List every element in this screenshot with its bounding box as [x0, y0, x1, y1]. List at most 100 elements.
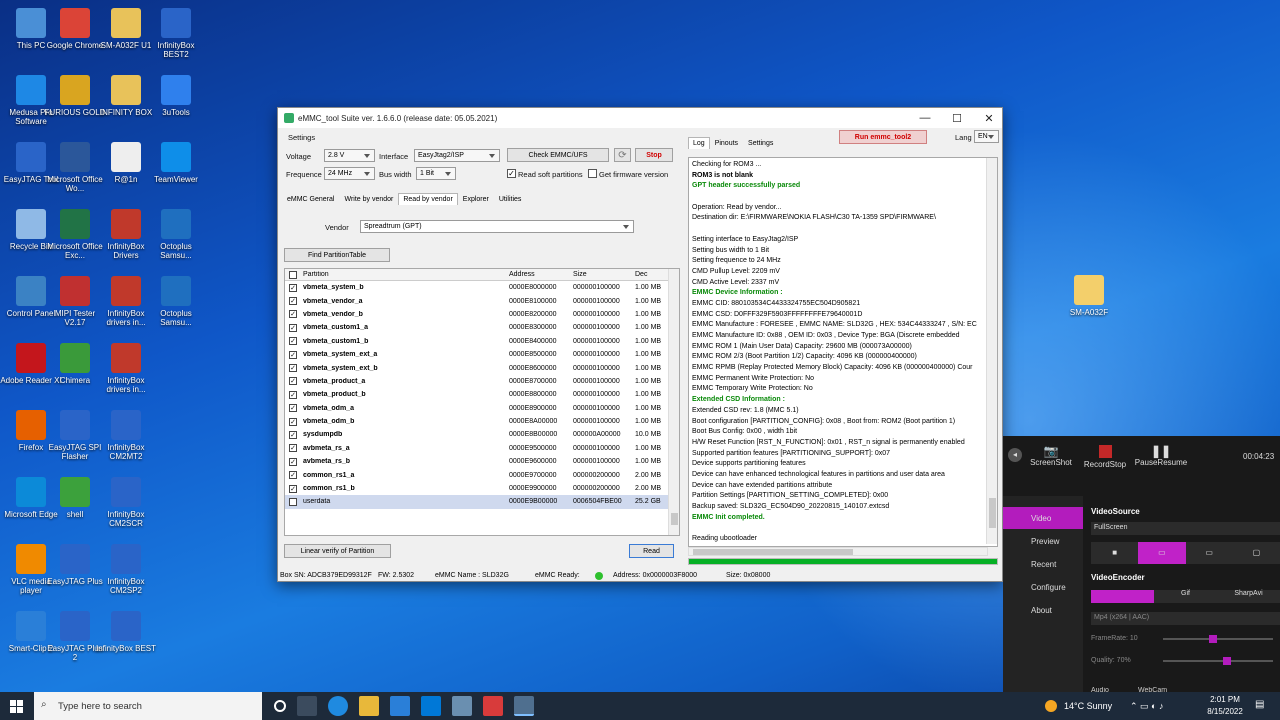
menu-video[interactable]: Video: [1003, 507, 1083, 529]
row-checkbox[interactable]: ✓: [289, 323, 297, 332]
tab-emmc-general[interactable]: eMMC General: [282, 193, 339, 205]
menu-preview[interactable]: Preview: [1003, 530, 1083, 552]
row-checkbox[interactable]: ✓: [289, 444, 297, 453]
log-hscrollbar[interactable]: [688, 547, 988, 556]
tab-read-by-vendor[interactable]: Read by vendor: [398, 193, 458, 205]
search-box[interactable]: ⌕ Type here to search: [34, 692, 262, 720]
recorder-taskbar-icon[interactable]: [483, 696, 503, 716]
pauseresume-button[interactable]: ❚❚ PauseResume: [1133, 444, 1189, 467]
videosource-select[interactable]: FullScreen: [1091, 522, 1280, 535]
encoder-sharpavi[interactable]: SharpAvi: [1217, 590, 1280, 603]
interface-select[interactable]: EasyJtag2/ISP: [414, 149, 500, 162]
row-checkbox[interactable]: ✓: [289, 310, 297, 319]
stop-button[interactable]: Stop: [635, 148, 673, 162]
read-button[interactable]: Read: [629, 544, 674, 558]
menu-about[interactable]: About: [1003, 599, 1083, 621]
run-emmc-tool2-button[interactable]: Run emmc_tool2: [839, 130, 927, 144]
row-checkbox[interactable]: ✓: [289, 471, 297, 480]
desktop-icon[interactable]: InfinityBox BEST2: [145, 8, 207, 59]
desktop-icon[interactable]: Octoplus Samsu...: [145, 209, 207, 260]
select-all-checkbox[interactable]: [289, 270, 297, 279]
table-scrollbar[interactable]: [668, 269, 679, 535]
header-dec[interactable]: Dec: [633, 271, 667, 278]
tab-pinouts[interactable]: Pinouts: [710, 137, 743, 149]
table-row[interactable]: ✓ common_rs1_a 0000E9700000 000000200000 2.0…: [285, 468, 679, 481]
row-checkbox[interactable]: ✓: [289, 404, 297, 413]
read-soft-partitions-checkbox[interactable]: ✓: [507, 169, 516, 178]
start-icon[interactable]: [10, 700, 23, 713]
table-row[interactable]: ✓ sysdumpdb 0000E8B00000 000000A00000 10.0 M…: [285, 428, 679, 441]
log-hscroll-thumb[interactable]: [693, 549, 853, 555]
table-row[interactable]: ✓ vbmeta_system_ext_b 0000E8600000 00000010…: [285, 361, 679, 374]
table-row[interactable]: ✓ vbmeta_custom1_a 0000E8300000 00000010000…: [285, 321, 679, 334]
table-row[interactable]: ✓ vbmeta_product_a 0000E8700000 00000010000…: [285, 375, 679, 388]
desktop-icon[interactable]: InfinityBox CM2SCR: [95, 477, 157, 528]
desktop-icon[interactable]: InfinityBox CM2MT2: [95, 410, 157, 461]
collapse-icon[interactable]: ◂: [1008, 448, 1022, 462]
recordstop-button[interactable]: RecordStop: [1077, 444, 1133, 469]
table-row[interactable]: ✓ vbmeta_custom1_b 0000E8400000 00000010000…: [285, 335, 679, 348]
row-checkbox[interactable]: ✓: [289, 457, 297, 466]
maximize-button[interactable]: ☐: [942, 108, 972, 128]
row-checkbox[interactable]: ✓: [289, 337, 297, 346]
store-icon[interactable]: [421, 696, 441, 716]
table-row[interactable]: ✓ common_rs1_b 0000E9900000 000000200000 2.0…: [285, 482, 679, 495]
row-checkbox[interactable]: ✓: [289, 390, 297, 399]
table-row[interactable]: ✓ vbmeta_vendor_b 0000E8200000 000000100000…: [285, 308, 679, 321]
header-partition[interactable]: Partition: [301, 271, 507, 278]
window-source-icon[interactable]: ▭: [1185, 542, 1233, 564]
voltage-select[interactable]: 2.8 V: [324, 149, 375, 162]
row-checkbox[interactable]: ✓: [289, 417, 297, 426]
mail-icon[interactable]: [390, 696, 410, 716]
buswidth-select[interactable]: 1 Bit: [416, 167, 456, 180]
table-row[interactable]: ✓ vbmeta_odm_a 0000E8900000 000000100000 1.0…: [285, 402, 679, 415]
find-partition-table-button[interactable]: Find PartitionTable: [284, 248, 390, 262]
row-checkbox[interactable]: ✓: [289, 484, 297, 493]
desktop-icon[interactable]: InfinityBox BEST: [95, 611, 157, 653]
desktop-icon[interactable]: Octoplus Samsu...: [145, 276, 207, 327]
row-checkbox[interactable]: ✓: [289, 364, 297, 373]
quality-slider-thumb[interactable]: [1223, 657, 1231, 665]
table-row[interactable]: ✓ vbmeta_product_b 0000E8800000 00000010000…: [285, 388, 679, 401]
close-button[interactable]: ✕: [974, 108, 1004, 128]
row-checkbox[interactable]: ✓: [289, 297, 297, 306]
weather-text[interactable]: 14°C Sunny: [1064, 701, 1112, 711]
table-row[interactable]: ✓ vbmeta_odm_b 0000E8A00000 000000100000 1.0…: [285, 415, 679, 428]
table-scroll-thumb[interactable]: [671, 513, 678, 525]
region-source-icon[interactable]: ▢: [1232, 542, 1280, 564]
row-checkbox[interactable]: ✓: [289, 350, 297, 359]
refresh-icon[interactable]: ⟳: [614, 148, 631, 162]
check-emmc-button[interactable]: Check EMMC/UFS: [507, 148, 609, 162]
notifications-icon[interactable]: ▤: [1255, 699, 1264, 710]
tab-settings[interactable]: Settings: [743, 137, 778, 149]
table-row[interactable]: userdata 0000E9B00000 0006504FBE00 25.2 GB: [285, 495, 679, 509]
linear-verify-button[interactable]: Linear verify of Partition: [284, 544, 391, 558]
row-checkbox[interactable]: ✓: [289, 377, 297, 386]
encoder-ffmpeg[interactable]: [1091, 590, 1154, 603]
table-row[interactable]: ✓ avbmeta_rs_a 0000E9500000 000000100000 1.0…: [285, 442, 679, 455]
encoder-gif[interactable]: Gif: [1154, 590, 1217, 603]
fullscreen-source-icon[interactable]: ▭: [1138, 542, 1186, 564]
desktop-icon[interactable]: InfinityBox drivers in...: [95, 343, 157, 394]
log-scrollbar[interactable]: [986, 158, 997, 544]
camera-source-icon[interactable]: ■: [1091, 542, 1139, 564]
row-checkbox[interactable]: ✓: [289, 283, 297, 292]
table-row[interactable]: ✓ avbmeta_rs_b 0000E9600000 000000100000 1.0…: [285, 455, 679, 468]
minimize-button[interactable]: —: [910, 108, 940, 128]
desktop-icon[interactable]: TeamViewer: [145, 142, 207, 184]
framerate-slider-thumb[interactable]: [1209, 635, 1217, 643]
vendor-select[interactable]: Spreadtrum (GPT): [360, 220, 634, 233]
quality-slider[interactable]: [1163, 657, 1273, 665]
tab-write-by-vendor[interactable]: Write by vendor: [339, 193, 398, 205]
frequence-select[interactable]: 24 MHz: [324, 167, 375, 180]
clock-time[interactable]: 2:01 PM: [1205, 695, 1245, 704]
table-row[interactable]: ✓ vbmeta_system_ext_a 0000E8500000 00000010…: [285, 348, 679, 361]
framerate-slider[interactable]: [1163, 635, 1273, 643]
lang-select[interactable]: EN: [974, 130, 999, 143]
task-view-icon[interactable]: [297, 696, 317, 716]
table-row[interactable]: ✓ vbmeta_system_b 0000E8000000 000000100000…: [285, 281, 679, 294]
desktop-folder-sm-a032f[interactable]: SM-A032F: [1058, 275, 1120, 317]
get-firmware-version-checkbox[interactable]: [588, 169, 597, 178]
codec-select[interactable]: Mp4 (x264 | AAC): [1091, 612, 1280, 625]
row-checkbox[interactable]: ✓: [289, 430, 297, 439]
